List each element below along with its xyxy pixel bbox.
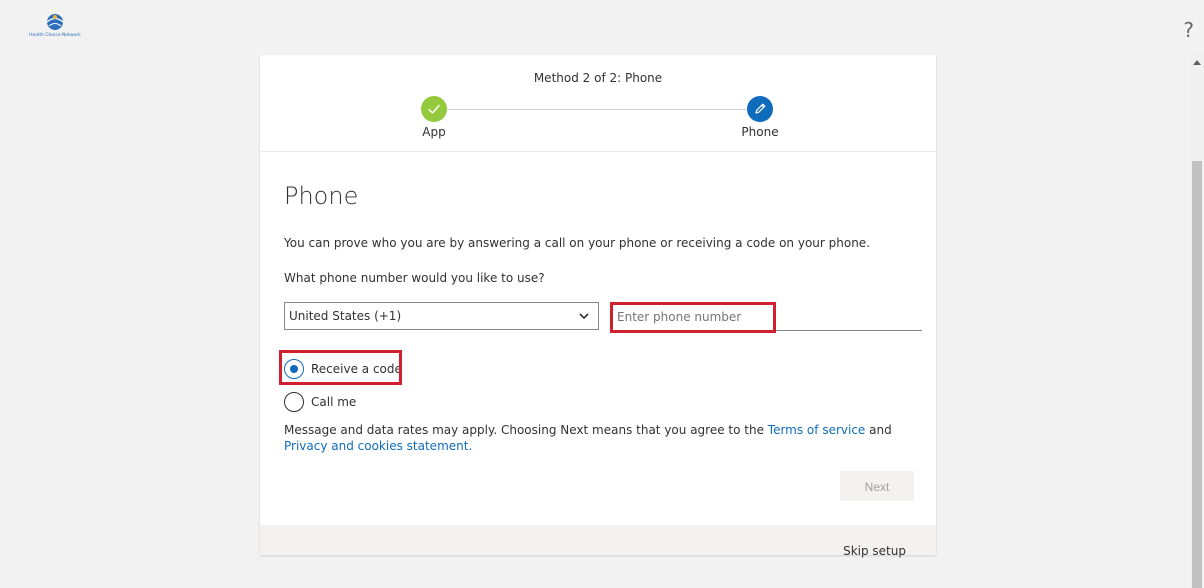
skip-setup-link[interactable]: Skip setup [843,543,906,559]
phone-number-input[interactable] [615,307,915,327]
logo: Health Choice Network [22,11,88,45]
step-app-complete-icon [421,96,447,122]
pencil-icon [755,103,766,114]
scroll-thumb[interactable] [1192,161,1202,588]
terms-of-service-link[interactable]: Terms of service [768,423,866,437]
privacy-statement-link[interactable]: Privacy and cookies statement. [284,439,472,453]
globe-logo-icon [46,14,64,30]
setup-card: Method 2 of 2: Phone App Phone Phone You… [260,55,936,558]
step-label-app: App [422,125,446,139]
radio-button-unchecked[interactable] [284,392,304,412]
radio-selected-dot [290,365,298,373]
country-code-select[interactable]: United States (+1) [284,302,599,330]
disclaimer-and: and [865,423,892,437]
logo-text: Health Choice Network [29,33,81,38]
page: Health Choice Network ? Method 2 of 2: P… [0,0,1204,588]
scroll-up-arrow-icon[interactable] [1193,60,1201,65]
help-icon[interactable]: ? [1183,18,1194,42]
step-label-phone: Phone [741,125,779,139]
check-icon [428,104,440,114]
content-area: Method 2 of 2: Phone App Phone Phone You… [10,55,1190,588]
progress-steps: Method 2 of 2: Phone App Phone [260,55,936,152]
step-phone-current-icon [747,96,773,122]
radio-label-receive-code: Receive a code [311,362,402,376]
radio-label-call-me: Call me [311,395,357,409]
chevron-down-icon [579,313,589,320]
phone-question: What phone number would you like to use? [284,271,545,285]
section-title: Phone [284,182,359,210]
section-description: You can prove who you are by answering a… [284,236,871,250]
steps-title: Method 2 of 2: Phone [533,71,663,85]
phone-number-field [610,303,922,331]
country-select-value: United States (+1) [289,309,402,323]
next-button[interactable]: Next [840,471,914,501]
rates-disclaimer: Message and data rates may apply. Choosi… [284,422,916,454]
step-connector [447,109,748,110]
radio-button-checked[interactable] [284,359,304,379]
card-footer: Skip setup [260,525,936,558]
vertical-scrollbar[interactable] [1190,55,1204,588]
top-bar: Health Choice Network ? [10,10,1204,55]
disclaimer-prefix: Message and data rates may apply. Choosi… [284,423,768,437]
